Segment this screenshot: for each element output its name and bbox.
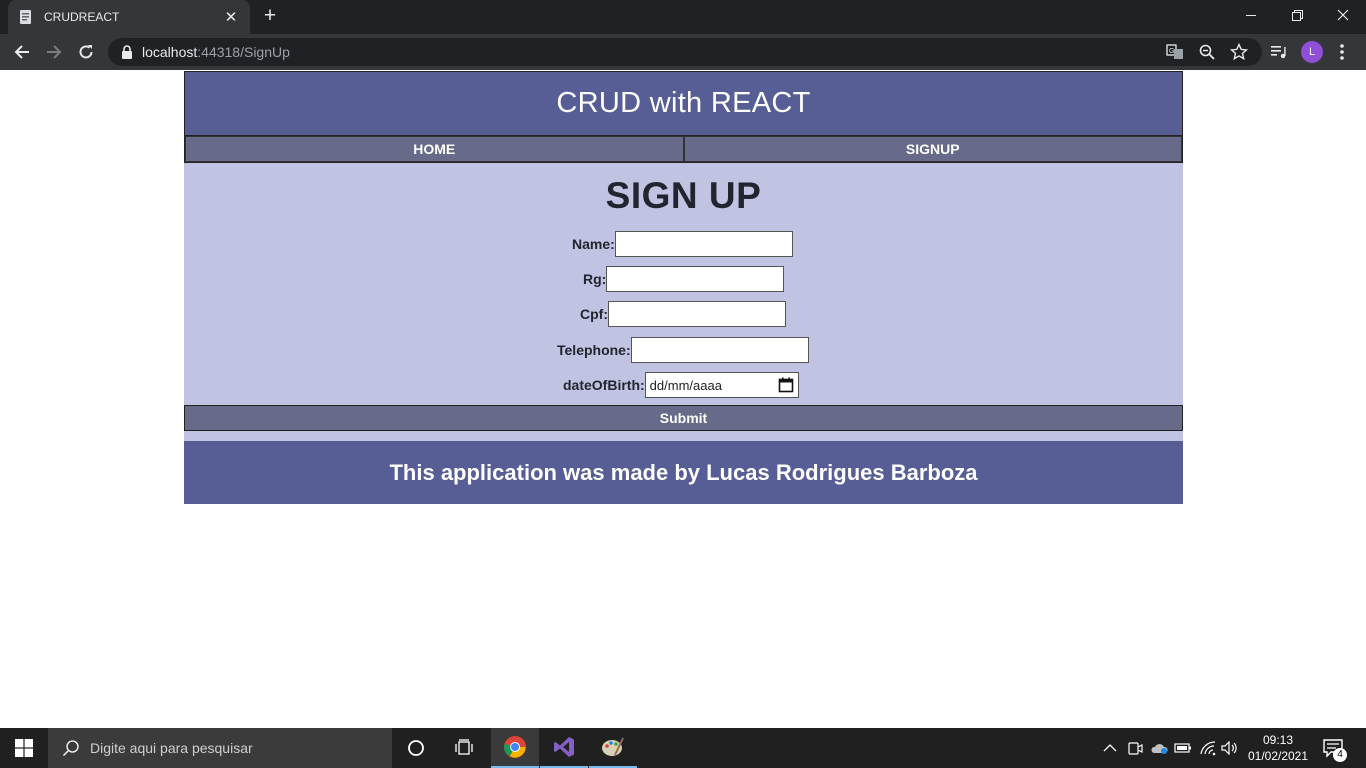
- date-of-birth-label: dateOfBirth:: [563, 377, 645, 393]
- date-of-birth-field: dateOfBirth: dd/mm/aaaa: [563, 372, 799, 398]
- nav-home-link[interactable]: HOME: [185, 136, 684, 162]
- cortana-icon[interactable]: [392, 728, 440, 768]
- meet-now-icon[interactable]: [1126, 739, 1144, 757]
- new-tab-icon[interactable]: +: [259, 5, 281, 29]
- browser-toolbar: localhost:44318/SignUp G L: [0, 34, 1366, 70]
- nav-signup-link[interactable]: SIGNUP: [683, 136, 1182, 162]
- svg-text:G: G: [1169, 48, 1174, 55]
- browser-tab[interactable]: CRUDREACT ✕: [8, 0, 250, 34]
- volume-icon[interactable]: [1221, 739, 1239, 757]
- lock-icon[interactable]: [120, 45, 134, 59]
- search-icon: [63, 740, 79, 756]
- submit-button[interactable]: Submit: [184, 405, 1183, 431]
- onedrive-icon[interactable]: [1150, 739, 1168, 757]
- search-placeholder: Digite aqui para pesquisar: [90, 740, 253, 756]
- profile-avatar[interactable]: L: [1301, 41, 1323, 63]
- taskbar-search[interactable]: Digite aqui para pesquisar: [48, 728, 392, 768]
- page-viewport: CRUD with REACT HOME SIGNUP SIGN UP Name…: [0, 70, 1366, 728]
- footer-text: This application was made by Lucas Rodri…: [389, 459, 978, 485]
- app-footer: This application was made by Lucas Rodri…: [184, 441, 1183, 504]
- paint-app-icon[interactable]: [589, 728, 637, 768]
- visual-studio-app-icon[interactable]: [540, 728, 588, 768]
- telephone-field: Telephone:: [557, 337, 809, 363]
- chevron-up-icon[interactable]: [1101, 739, 1119, 757]
- zoom-icon[interactable]: [1198, 43, 1216, 61]
- name-label: Name:: [572, 236, 615, 252]
- app-header: CRUD with REACT: [184, 71, 1183, 135]
- reload-icon[interactable]: [72, 38, 100, 66]
- windows-taskbar: Digite aqui para pesquisar 09:13 01/02/2…: [0, 728, 1366, 768]
- rg-label: Rg:: [583, 271, 607, 287]
- date-of-birth-input[interactable]: dd/mm/aaaa: [644, 372, 799, 398]
- signup-form: SIGN UP Name: Rg: Cpf: Telephone: dateOf…: [184, 163, 1183, 441]
- form-title: SIGN UP: [605, 175, 762, 216]
- bookmark-star-icon[interactable]: [1230, 43, 1248, 61]
- cpf-input[interactable]: [608, 301, 786, 327]
- name-input[interactable]: [614, 231, 793, 257]
- clock-time: 09:13: [1262, 733, 1294, 747]
- back-arrow-icon[interactable]: [8, 38, 36, 66]
- rg-input[interactable]: [606, 266, 785, 292]
- page-icon: [20, 10, 31, 24]
- tab-title: CRUDREACT: [44, 10, 120, 24]
- notification-count-badge: 4: [1333, 748, 1347, 762]
- telephone-input[interactable]: [630, 337, 809, 363]
- date-placeholder: dd/mm/aaaa: [649, 377, 722, 393]
- app-navbar: HOME SIGNUP: [184, 135, 1183, 163]
- calendar-icon[interactable]: [778, 377, 794, 393]
- translate-icon[interactable]: G: [1166, 43, 1184, 61]
- url-text[interactable]: localhost:44318/SignUp: [142, 44, 290, 60]
- address-bar[interactable]: localhost:44318/SignUp G: [108, 38, 1262, 66]
- windows-start-icon[interactable]: [0, 728, 48, 768]
- task-view-icon[interactable]: [440, 728, 488, 768]
- close-icon[interactable]: ✕: [222, 8, 240, 26]
- wifi-icon[interactable]: [1199, 739, 1217, 757]
- app-container: CRUD with REACT HOME SIGNUP SIGN UP Name…: [184, 71, 1183, 504]
- battery-icon[interactable]: [1174, 739, 1192, 757]
- rg-field: Rg:: [583, 266, 785, 292]
- forward-arrow-icon[interactable]: [40, 38, 68, 66]
- cpf-label: Cpf:: [580, 306, 608, 322]
- minimize-icon[interactable]: [1228, 0, 1274, 30]
- cpf-field: Cpf:: [580, 301, 786, 327]
- clock-date: 01/02/2021: [1247, 749, 1309, 763]
- taskbar-clock[interactable]: 09:13 01/02/2021: [1240, 732, 1316, 764]
- telephone-label: Telephone:: [557, 342, 631, 358]
- name-field: Name:: [572, 231, 793, 257]
- app-title: CRUD with REACT: [556, 87, 811, 119]
- browser-titlebar: CRUDREACT ✕ +: [0, 0, 1366, 34]
- more-menu-icon[interactable]: [1338, 42, 1346, 62]
- chrome-app-icon[interactable]: [491, 728, 539, 768]
- close-window-icon[interactable]: [1320, 0, 1366, 30]
- restore-icon[interactable]: [1274, 0, 1320, 30]
- media-control-icon[interactable]: [1267, 40, 1291, 64]
